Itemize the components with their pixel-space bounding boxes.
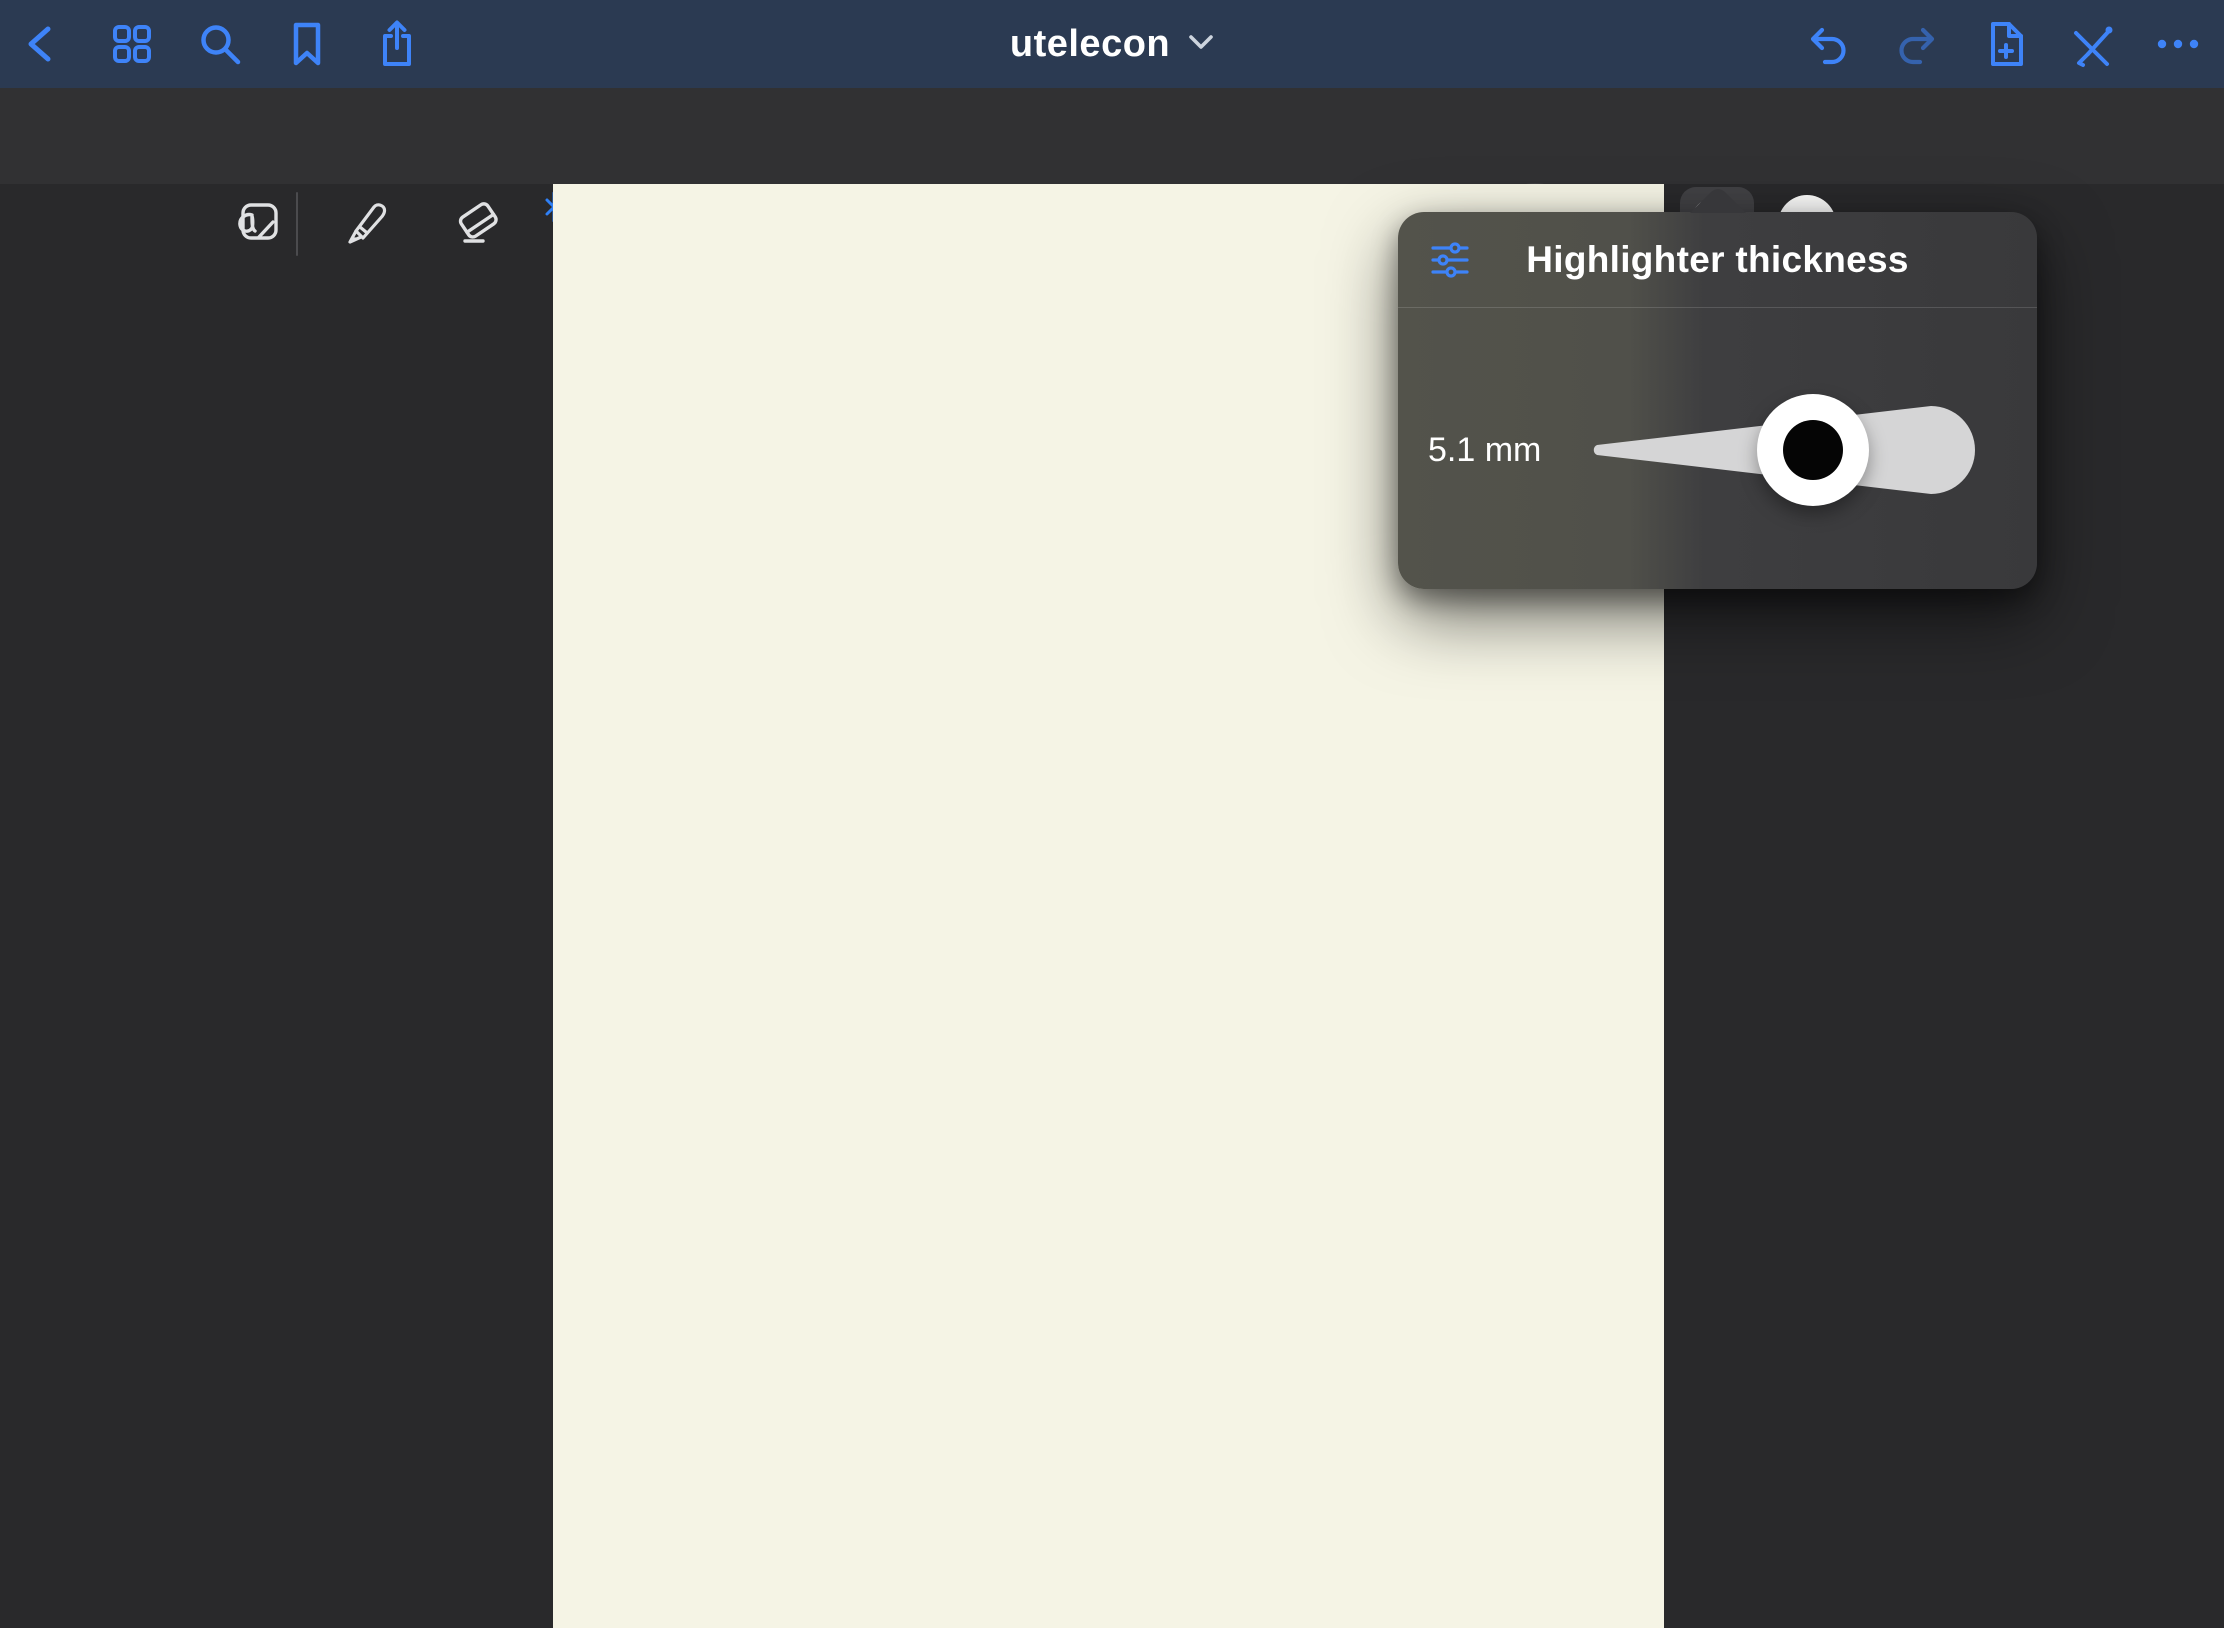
undo-icon bbox=[1804, 20, 1852, 68]
popover-arrow bbox=[1690, 187, 1746, 213]
tool-bar bbox=[0, 88, 2224, 184]
eraser-tool[interactable] bbox=[450, 196, 506, 252]
undo-button[interactable] bbox=[1803, 19, 1853, 69]
search-button[interactable] bbox=[195, 19, 245, 69]
writing-mode-tool[interactable] bbox=[229, 196, 285, 252]
bookmark-button[interactable] bbox=[282, 19, 332, 69]
thumbnails-button[interactable] bbox=[107, 19, 157, 69]
redo-icon bbox=[1893, 20, 1941, 68]
handwriting-icon bbox=[228, 193, 286, 256]
nav-bar: utelecon bbox=[0, 0, 2224, 88]
more-button[interactable] bbox=[2153, 19, 2203, 69]
pen-mode-toggle-button[interactable] bbox=[2065, 19, 2115, 69]
document-title-button[interactable]: utelecon bbox=[1010, 23, 1214, 66]
popover-title: Highlighter thickness bbox=[1398, 212, 2037, 308]
thickness-value-label: 5.1 mm bbox=[1428, 426, 1541, 474]
redo-button[interactable] bbox=[1892, 19, 1942, 69]
popover-header: Highlighter thickness bbox=[1398, 212, 2037, 308]
more-ellipsis-icon bbox=[2154, 20, 2202, 68]
pen-disabled-icon bbox=[2066, 20, 2114, 68]
highlighter-thickness-popover: Highlighter thickness 5.1 mm bbox=[1398, 212, 2037, 589]
pen-tool[interactable] bbox=[339, 196, 395, 252]
toolbar-separator bbox=[296, 192, 298, 256]
add-page-button[interactable] bbox=[1980, 19, 2030, 69]
page-title: utelecon bbox=[1010, 23, 1170, 66]
back-button[interactable] bbox=[17, 19, 67, 69]
eraser-icon bbox=[449, 193, 507, 256]
bookmark-icon bbox=[285, 20, 329, 68]
add-page-icon bbox=[1981, 19, 2029, 69]
pen-icon bbox=[338, 193, 396, 256]
thickness-slider-knob[interactable] bbox=[1757, 394, 1869, 506]
thumbnails-grid-icon bbox=[109, 21, 155, 67]
search-icon bbox=[197, 21, 243, 67]
share-button[interactable] bbox=[372, 19, 422, 69]
back-chevron-icon bbox=[20, 22, 64, 66]
share-icon bbox=[374, 19, 420, 69]
slider-knob-dot bbox=[1783, 420, 1843, 480]
chevron-down-icon bbox=[1188, 33, 1214, 56]
